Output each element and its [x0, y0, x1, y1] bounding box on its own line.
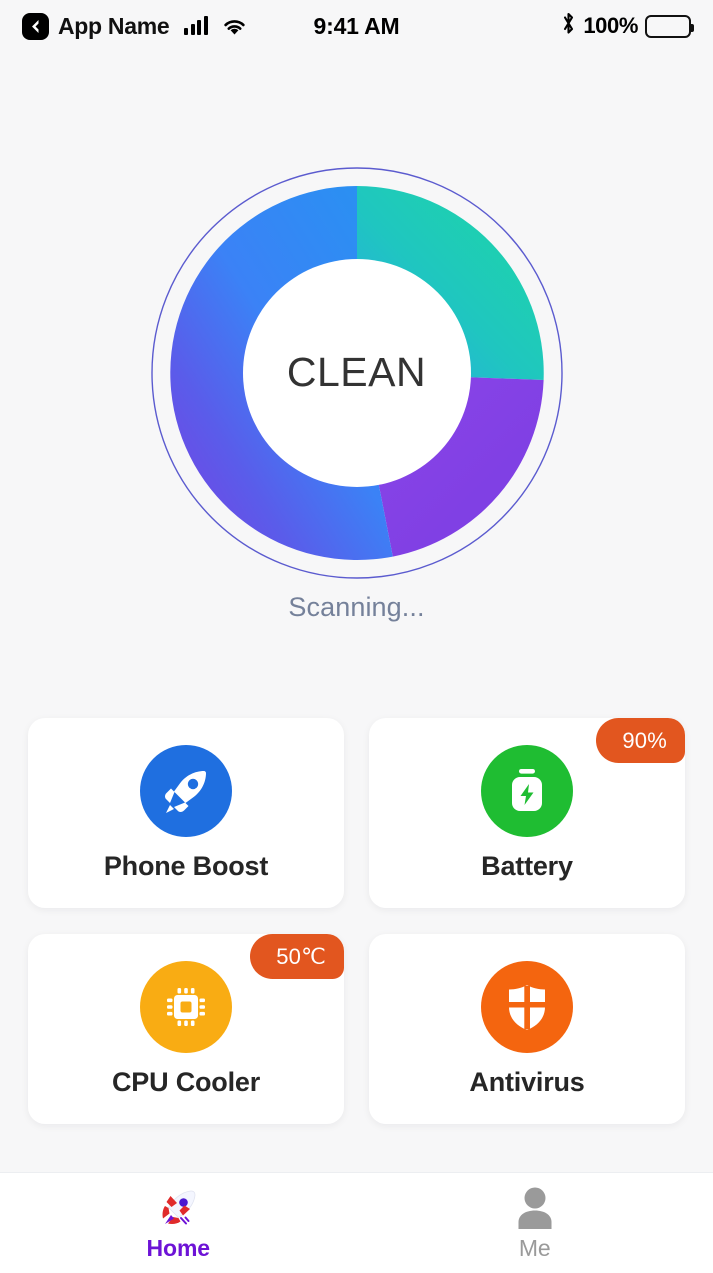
tab-label-home: Home [146, 1234, 210, 1261]
feature-grid: Phone Boost 90% Battery 50℃ CPU Cooler A… [28, 718, 685, 1124]
status-badge: 50℃ [250, 934, 344, 979]
app-name-label: App Name [58, 12, 170, 39]
gauge-center-label: CLEAN [286, 349, 427, 395]
wifi-icon [222, 17, 247, 36]
status-bar-right: 100% [561, 11, 694, 41]
feature-card-antivirus[interactable]: Antivirus [369, 934, 685, 1124]
tab-label-me: Me [518, 1234, 551, 1261]
person-icon [514, 1185, 556, 1231]
battery-full-icon [645, 14, 694, 38]
shield-icon [481, 960, 573, 1053]
feature-card-battery[interactable]: 90% Battery [369, 718, 685, 908]
rocket-icon [140, 744, 232, 837]
feature-card-label: Phone Boost [103, 850, 269, 881]
tab-home[interactable]: Home [0, 1173, 357, 1273]
feature-card-label: Battery [481, 850, 573, 881]
chevron-left-icon[interactable] [22, 12, 49, 40]
bottom-tab-bar: Home Me [0, 1172, 713, 1273]
gauge-donut: CLEAN [147, 163, 567, 583]
feature-card-label: CPU Cooler [111, 1066, 261, 1097]
bluetooth-icon [561, 11, 576, 41]
signal-bars-icon [184, 16, 208, 35]
tab-me[interactable]: Me [357, 1173, 713, 1273]
cpu-chip-icon [140, 960, 232, 1053]
status-bar-left: App Name [22, 12, 247, 40]
feature-card-phone-boost[interactable]: Phone Boost [28, 718, 344, 908]
rocket-emoji-icon [157, 1185, 199, 1231]
feature-card-label: Antivirus [469, 1066, 585, 1097]
scan-gauge[interactable]: CLEAN [0, 150, 713, 595]
feature-card-cpu-cooler[interactable]: 50℃ CPU Cooler [28, 934, 344, 1124]
status-badge: 90% [596, 718, 685, 763]
battery-bolt-icon [481, 744, 573, 837]
scan-status-text: Scanning... [288, 592, 425, 622]
battery-percent-label: 100% [583, 13, 638, 38]
status-bar: App Name 9:41 AM 100% [0, 0, 713, 52]
